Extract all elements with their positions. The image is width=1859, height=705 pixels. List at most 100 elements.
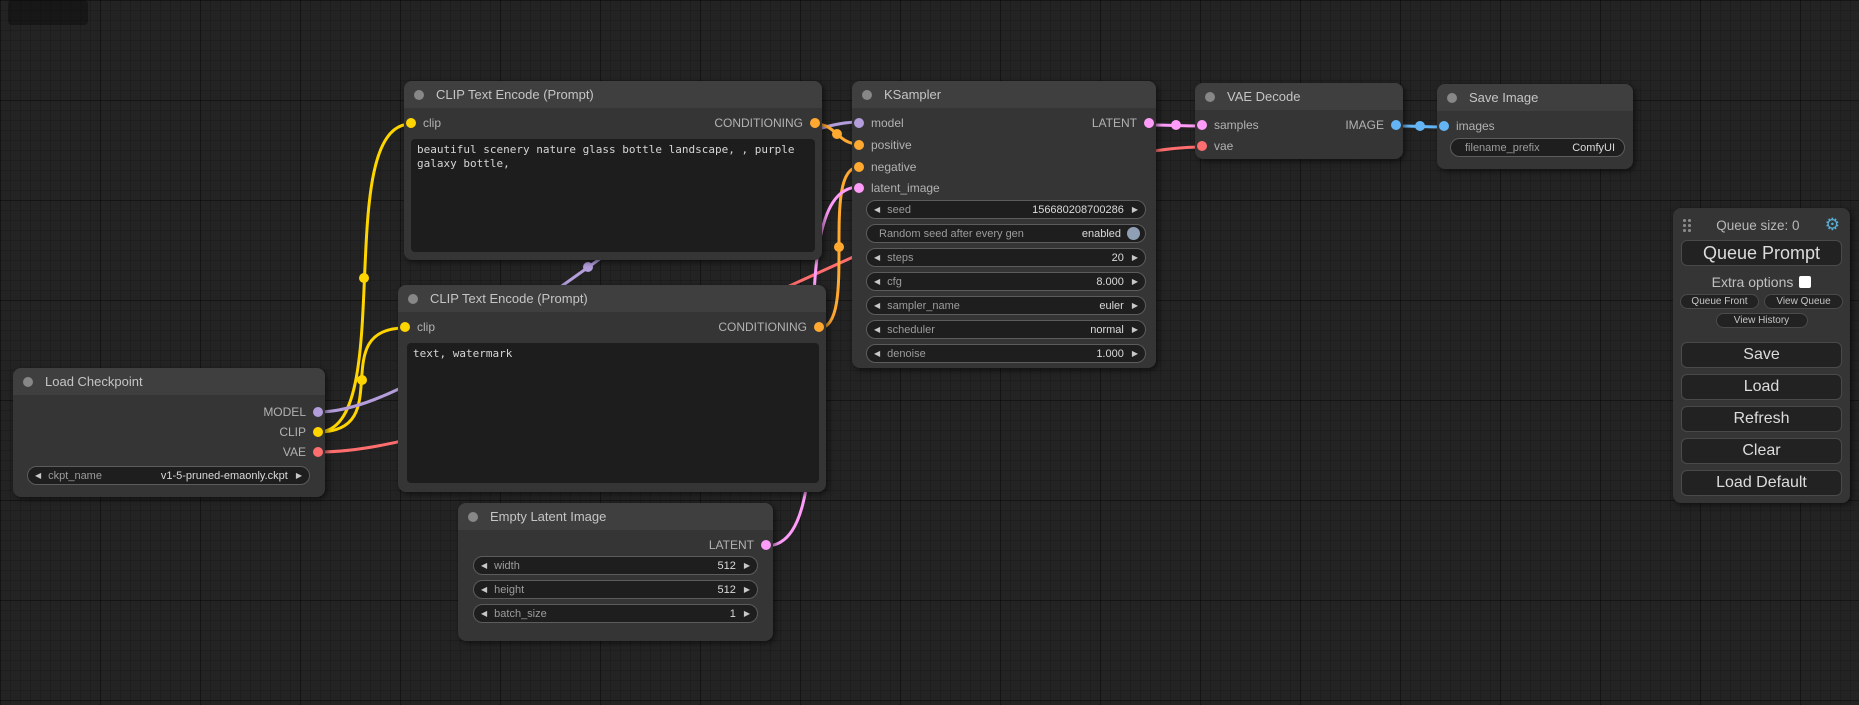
widget-cfg[interactable]: ◀ cfg 8.000 ▶ [866,272,1146,291]
conditioning-slot-dot[interactable] [854,140,864,150]
image-slot-dot[interactable] [1439,121,1449,131]
input-slot-latent-image[interactable]: latent_image [852,177,940,198]
output-slot-vae[interactable]: VAE [283,441,325,462]
node-clip-text-encode-negative[interactable]: CLIP Text Encode (Prompt) clip CONDITION… [398,285,826,492]
latent-slot-dot[interactable] [854,183,864,193]
node-title-bar[interactable]: CLIP Text Encode (Prompt) [398,285,826,312]
output-slot-latent[interactable]: LATENT [709,534,773,555]
node-vae-decode[interactable]: VAE Decode samples IMAGE vae [1195,83,1403,159]
collapse-dot-icon[interactable] [468,512,478,522]
clip-slot-dot[interactable] [313,427,323,437]
widget-ckpt-name[interactable]: ◀ ckpt_name v1-5-pruned-emaonly.ckpt ▶ [27,466,310,485]
decrement-arrow-icon[interactable]: ◀ [874,302,880,310]
widget-sampler-name[interactable]: ◀ sampler_name euler ▶ [866,296,1146,315]
collapse-dot-icon[interactable] [408,294,418,304]
clip-slot-dot[interactable] [406,118,416,128]
image-slot-dot[interactable] [1391,120,1401,130]
prompt-textarea[interactable]: text, watermark [407,343,819,483]
collapse-dot-icon[interactable] [23,377,33,387]
decrement-arrow-icon[interactable]: ◀ [874,350,880,358]
widget-denoise[interactable]: ◀ denoise 1.000 ▶ [866,344,1146,363]
increment-arrow-icon[interactable]: ▶ [1132,254,1138,262]
increment-arrow-icon[interactable]: ▶ [744,562,750,570]
widget-random-seed-toggle[interactable]: Random seed after every gen enabled [866,224,1146,243]
increment-arrow-icon[interactable]: ▶ [1132,278,1138,286]
input-slot-model[interactable]: model [852,112,904,133]
output-slot-conditioning[interactable]: CONDITIONING [718,316,826,337]
decrement-arrow-icon[interactable]: ◀ [481,610,487,618]
decrement-arrow-icon[interactable]: ◀ [874,278,880,286]
model-slot-dot[interactable] [854,118,864,128]
refresh-button[interactable]: Refresh [1681,406,1842,432]
input-slot-samples[interactable]: samples [1195,114,1259,135]
decrement-arrow-icon[interactable]: ◀ [874,206,880,214]
node-clip-text-encode-positive[interactable]: CLIP Text Encode (Prompt) clip CONDITION… [404,81,822,260]
vae-slot-dot[interactable] [313,447,323,457]
load-default-button[interactable]: Load Default [1681,470,1842,496]
queue-front-button[interactable]: Queue Front [1680,294,1759,309]
latent-slot-dot[interactable] [1197,120,1207,130]
collapse-dot-icon[interactable] [862,90,872,100]
decrement-arrow-icon[interactable]: ◀ [481,586,487,594]
vae-slot-dot[interactable] [1197,141,1207,151]
gear-icon[interactable]: ⚙ [1825,217,1840,234]
decrement-arrow-icon[interactable]: ◀ [874,254,880,262]
widget-batch-size[interactable]: ◀ batch_size 1 ▶ [473,604,758,623]
input-slot-negative[interactable]: negative [852,156,916,177]
increment-arrow-icon[interactable]: ▶ [1132,350,1138,358]
decrement-arrow-icon[interactable]: ◀ [481,562,487,570]
latent-slot-dot[interactable] [761,540,771,550]
widget-filename-prefix[interactable]: filename_prefix ComfyUI [1450,138,1625,157]
increment-arrow-icon[interactable]: ▶ [744,586,750,594]
view-queue-button[interactable]: View Queue [1764,294,1843,309]
collapse-dot-icon[interactable] [1205,92,1215,102]
input-slot-positive[interactable]: positive [852,134,912,155]
conditioning-slot-dot[interactable] [854,162,864,172]
output-slot-latent[interactable]: LATENT [1092,112,1156,133]
increment-arrow-icon[interactable]: ▶ [744,610,750,618]
output-slot-clip[interactable]: CLIP [279,421,325,442]
node-title-bar[interactable]: Load Checkpoint [13,368,325,395]
clear-button[interactable]: Clear [1681,438,1842,464]
conditioning-slot-dot[interactable] [810,118,820,128]
increment-arrow-icon[interactable]: ▶ [1132,302,1138,310]
node-empty-latent-image[interactable]: Empty Latent Image LATENT ◀ width 512 ▶ … [458,503,773,641]
decrement-arrow-icon[interactable]: ◀ [35,472,41,480]
node-title-bar[interactable]: KSampler [852,81,1156,108]
node-title-bar[interactable]: VAE Decode [1195,83,1403,110]
node-load-checkpoint[interactable]: Load Checkpoint MODEL CLIP VAE ◀ ckpt_na… [13,368,325,497]
node-ksampler[interactable]: KSampler model LATENT positive negative [852,81,1156,368]
load-button[interactable]: Load [1681,374,1842,400]
node-graph-canvas[interactable]: Load Checkpoint MODEL CLIP VAE ◀ ckpt_na… [0,0,1859,705]
input-slot-vae[interactable]: vae [1195,135,1233,156]
increment-arrow-icon[interactable]: ▶ [1132,326,1138,334]
node-save-image[interactable]: Save Image images filename_prefix ComfyU… [1437,84,1633,169]
widget-height[interactable]: ◀ height 512 ▶ [473,580,758,599]
view-history-button[interactable]: View History [1716,313,1808,328]
widget-width[interactable]: ◀ width 512 ▶ [473,556,758,575]
increment-arrow-icon[interactable]: ▶ [296,472,302,480]
widget-scheduler[interactable]: ◀ scheduler normal ▶ [866,320,1146,339]
widget-steps[interactable]: ◀ steps 20 ▶ [866,248,1146,267]
toggle-indicator-icon[interactable] [1127,227,1140,240]
node-title-bar[interactable]: Empty Latent Image [458,503,773,530]
queue-prompt-button[interactable]: Queue Prompt [1681,240,1842,266]
model-slot-dot[interactable] [313,407,323,417]
output-slot-image[interactable]: IMAGE [1345,114,1403,135]
widget-seed[interactable]: ◀ seed 156680208700286 ▶ [866,200,1146,219]
save-button[interactable]: Save [1681,342,1842,368]
node-title-bar[interactable]: CLIP Text Encode (Prompt) [404,81,822,108]
collapse-dot-icon[interactable] [414,90,424,100]
prompt-textarea[interactable]: beautiful scenery nature glass bottle la… [411,139,815,252]
input-slot-images[interactable]: images [1437,115,1495,136]
clip-slot-dot[interactable] [400,322,410,332]
conditioning-slot-dot[interactable] [814,322,824,332]
output-slot-model[interactable]: MODEL [263,401,325,422]
node-title-bar[interactable]: Save Image [1437,84,1633,111]
collapse-dot-icon[interactable] [1447,93,1457,103]
input-slot-clip[interactable]: clip [404,112,441,133]
extra-options-checkbox[interactable] [1799,276,1811,288]
output-slot-conditioning[interactable]: CONDITIONING [714,112,822,133]
increment-arrow-icon[interactable]: ▶ [1132,206,1138,214]
latent-slot-dot[interactable] [1144,118,1154,128]
